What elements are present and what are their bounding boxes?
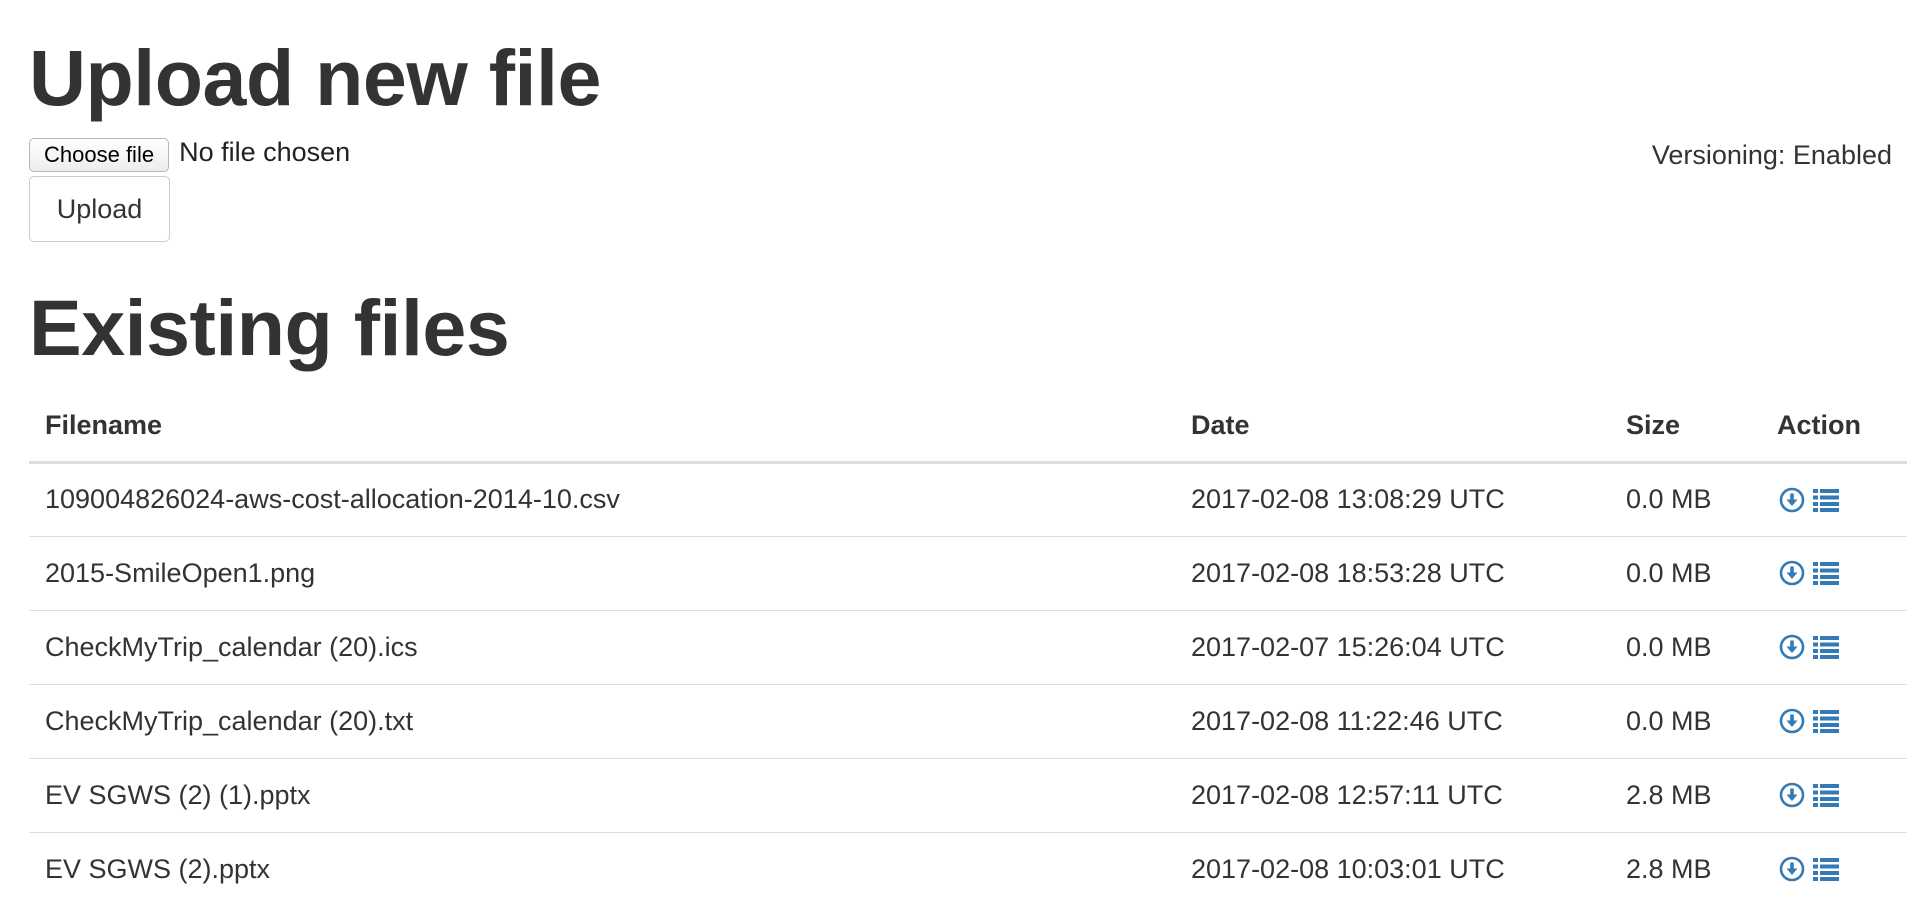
date-cell: 2017-02-08 11:22:46 UTC [1175, 684, 1610, 759]
download-icon[interactable] [1777, 854, 1807, 884]
table-row: CheckMyTrip_calendar (20).txt 2017-02-08 … [29, 684, 1907, 759]
row-actions [1777, 558, 1891, 588]
table-row: EV SGWS (2) (1).pptx 2017-02-08 12:57:11 … [29, 758, 1907, 833]
action-cell [1761, 610, 1907, 685]
download-icon[interactable] [1777, 485, 1807, 515]
versions-list-icon[interactable] [1811, 632, 1841, 662]
choose-file-button[interactable]: Choose file [29, 138, 170, 172]
action-cell [1761, 462, 1907, 537]
filename-cell: 109004826024-aws-cost-allocation-2014-10… [29, 462, 1175, 537]
action-cell [1761, 536, 1907, 611]
size-cell: 2.8 MB [1610, 758, 1761, 833]
table-row: 109004826024-aws-cost-allocation-2014-10… [29, 462, 1907, 537]
no-file-chosen-text: No file chosen [179, 136, 351, 167]
column-header-size: Size [1610, 390, 1761, 464]
download-icon[interactable] [1777, 558, 1807, 588]
row-actions [1777, 485, 1891, 515]
versions-list-icon[interactable] [1811, 558, 1841, 588]
row-actions [1777, 854, 1891, 884]
filename-cell: 2015-SmileOpen1.png [29, 536, 1175, 611]
file-input: Choose file No file chosen [29, 136, 351, 172]
action-cell [1761, 684, 1907, 759]
upload-button[interactable]: Upload [29, 176, 170, 242]
size-cell: 0.0 MB [1610, 610, 1761, 685]
table-row: CheckMyTrip_calendar (20).ics 2017-02-07 … [29, 610, 1907, 685]
action-cell [1761, 758, 1907, 833]
date-cell: 2017-02-07 15:26:04 UTC [1175, 610, 1610, 685]
column-header-date: Date [1175, 390, 1610, 464]
row-actions [1777, 706, 1891, 736]
files-table: Filename Date Size Action 109004826024-a… [29, 390, 1907, 906]
date-cell: 2017-02-08 12:57:11 UTC [1175, 758, 1610, 833]
upload-title: Upload new file [29, 33, 601, 122]
existing-files-title: Existing files [29, 283, 510, 372]
size-cell: 0.0 MB [1610, 462, 1761, 537]
filename-cell: EV SGWS (2) (1).pptx [29, 758, 1175, 833]
date-cell: 2017-02-08 13:08:29 UTC [1175, 462, 1610, 537]
table-header-row: Filename Date Size Action [29, 390, 1907, 464]
size-cell: 0.0 MB [1610, 684, 1761, 759]
versions-list-icon[interactable] [1811, 854, 1841, 884]
column-header-action: Action [1761, 390, 1907, 464]
table-body: 109004826024-aws-cost-allocation-2014-10… [29, 462, 1907, 906]
download-icon[interactable] [1777, 780, 1807, 810]
size-cell: 2.8 MB [1610, 832, 1761, 906]
table-row: EV SGWS (2).pptx 2017-02-08 10:03:01 UTC 2… [29, 832, 1907, 906]
row-actions [1777, 780, 1891, 810]
download-icon[interactable] [1777, 632, 1807, 662]
versions-list-icon[interactable] [1811, 780, 1841, 810]
date-cell: 2017-02-08 10:03:01 UTC [1175, 832, 1610, 906]
versions-list-icon[interactable] [1811, 485, 1841, 515]
size-cell: 0.0 MB [1610, 536, 1761, 611]
action-cell [1761, 832, 1907, 906]
filename-cell: EV SGWS (2).pptx [29, 832, 1175, 906]
date-cell: 2017-02-08 18:53:28 UTC [1175, 536, 1610, 611]
versions-list-icon[interactable] [1811, 706, 1841, 736]
download-icon[interactable] [1777, 706, 1807, 736]
filename-cell: CheckMyTrip_calendar (20).txt [29, 684, 1175, 759]
table-row: 2015-SmileOpen1.png 2017-02-08 18:53:28 U… [29, 536, 1907, 611]
filename-cell: CheckMyTrip_calendar (20).ics [29, 610, 1175, 685]
column-header-filename: Filename [29, 390, 1175, 464]
row-actions [1777, 632, 1891, 662]
versioning-status: Versioning: Enabled [1651, 140, 1892, 170]
